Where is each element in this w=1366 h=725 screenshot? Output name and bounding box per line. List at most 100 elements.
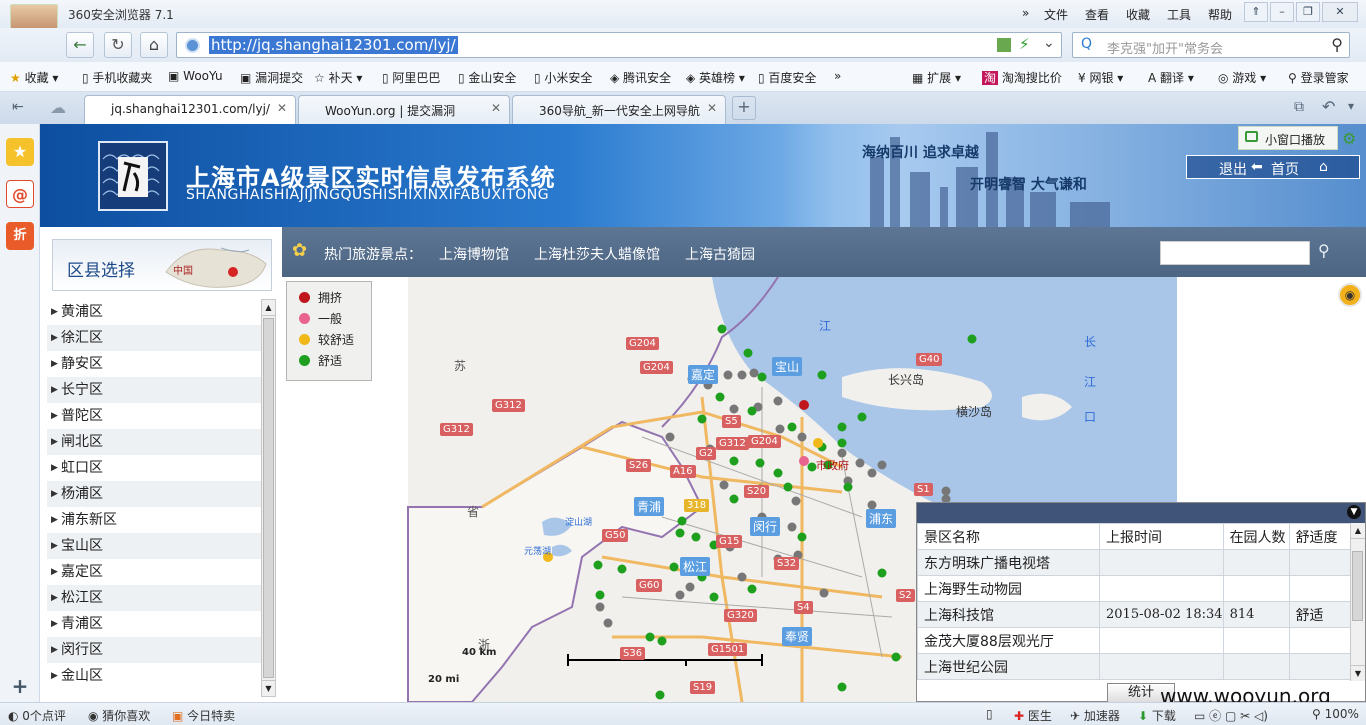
hot-spot-madame-tussauds[interactable]: 上海杜莎夫人蜡像馆 <box>534 244 660 264</box>
district-item[interactable]: ▶ 松江区 <box>47 585 261 611</box>
close-tab-icon[interactable]: ✕ <box>707 101 717 115</box>
map-marker-green[interactable] <box>691 532 701 542</box>
map-marker-gray[interactable] <box>941 486 951 496</box>
bookmark-vuln-submit[interactable]: ▣ 漏洞提交 <box>240 69 303 86</box>
map-marker-green[interactable] <box>595 590 605 600</box>
map-marker-gray[interactable] <box>797 432 807 442</box>
address-dropdown-icon[interactable]: ⌄ <box>1043 35 1055 51</box>
bookmark-butian[interactable]: ☆ 补天 ▾ <box>314 69 362 86</box>
lightning-icon[interactable]: ⚡ <box>1019 35 1030 53</box>
district-item[interactable]: ▶ 黄浦区 <box>47 299 261 325</box>
map-marker-gray[interactable] <box>775 424 785 434</box>
map-marker-green[interactable] <box>857 412 867 422</box>
zoom-status[interactable]: ⚲ 100% <box>1312 707 1359 721</box>
map-marker-green[interactable] <box>645 632 655 642</box>
reviews-status[interactable]: ◐ 0个点评 <box>8 707 66 724</box>
district-item[interactable]: ▶ 闵行区 <box>47 637 261 663</box>
bookmark-favorites[interactable]: ★ 收藏 ▾ <box>10 69 58 86</box>
collapse-icon[interactable]: ▼ <box>1347 505 1361 519</box>
menu-view[interactable]: 查看 <box>1085 6 1109 23</box>
login-manager-button[interactable]: ⚲ 登录管家 <box>1288 69 1349 86</box>
map-marker-green[interactable] <box>755 458 765 468</box>
map-marker-green[interactable] <box>837 438 847 448</box>
bookmark-mobile[interactable]: ▯ 手机收藏夹 <box>82 69 152 86</box>
scroll-thumb[interactable] <box>1352 551 1363 621</box>
logout-link[interactable]: 退出 <box>1219 159 1247 179</box>
home-link[interactable]: 首页 <box>1271 159 1299 179</box>
games-button[interactable]: ◎ 游戏 ▾ <box>1218 69 1266 86</box>
bookmark-wooyun[interactable]: ▣ WooYu <box>168 69 223 83</box>
bookmark-xiaomi[interactable]: ▯ 小米安全 <box>534 69 592 86</box>
scroll-up-icon[interactable]: ▲ <box>1351 523 1365 539</box>
bookmark-baidu[interactable]: ▯ 百度安全 <box>758 69 816 86</box>
map-marker-gray[interactable] <box>675 590 685 600</box>
map-marker-green[interactable] <box>787 422 797 432</box>
table-row[interactable]: 上海野生动物园 <box>917 575 1352 602</box>
map-marker-green[interactable] <box>617 564 627 574</box>
map-marker-green[interactable] <box>729 494 739 504</box>
price-compare-button[interactable]: 淘 淘淘搜比价 <box>982 69 1062 86</box>
map-marker-gray[interactable] <box>719 480 729 490</box>
search-icon[interactable]: ⚲ <box>1331 35 1343 54</box>
restore-button[interactable]: ❐ <box>1296 2 1320 22</box>
extensions-button[interactable]: ▦ 扩展 ▾ <box>912 69 961 86</box>
map-marker-gray[interactable] <box>877 460 887 470</box>
mobile-icon[interactable]: ▯ <box>986 707 993 721</box>
minimize-button[interactable]: – <box>1270 2 1294 22</box>
favorites-star-icon[interactable]: ★ <box>6 138 34 166</box>
map-marker-green[interactable] <box>697 414 707 424</box>
spot-search-input[interactable] <box>1160 241 1310 265</box>
map-marker-green[interactable] <box>657 636 667 646</box>
map-marker-gray[interactable] <box>723 370 733 380</box>
scroll-down-icon[interactable]: ▼ <box>1351 665 1365 681</box>
map-marker-gray[interactable] <box>665 432 675 442</box>
map-marker-green[interactable] <box>677 516 687 526</box>
district-item[interactable]: ▶ 宝山区 <box>47 533 261 559</box>
map-marker-green[interactable] <box>843 482 853 492</box>
map-marker-gray[interactable] <box>685 582 695 592</box>
district-item[interactable]: ▶ 闸北区 <box>47 429 261 455</box>
map-marker-gray[interactable] <box>867 468 877 478</box>
district-item[interactable]: ▶ 嘉定区 <box>47 559 261 585</box>
doctor-status[interactable]: ✚ 医生 <box>1014 707 1052 724</box>
scroll-up-icon[interactable]: ▲ <box>262 300 275 316</box>
search-icon[interactable]: ⚲ <box>1318 241 1330 260</box>
map-marker-green[interactable] <box>797 532 807 542</box>
map-marker-green[interactable] <box>593 560 603 570</box>
column-visitors[interactable]: 在园人数 <box>1222 523 1290 550</box>
map-marker-green[interactable] <box>743 348 753 358</box>
home-icon[interactable]: ⌂ <box>140 32 168 58</box>
bookmark-heroes[interactable]: ◈ 英雄榜 ▾ <box>686 69 745 86</box>
close-tab-icon[interactable]: ✕ <box>491 101 501 115</box>
map-marker-green[interactable] <box>747 584 757 594</box>
column-time[interactable]: 上报时间 <box>1099 523 1224 550</box>
map-marker-green[interactable] <box>837 422 847 432</box>
scroll-thumb[interactable] <box>263 318 274 678</box>
map-marker-green[interactable] <box>715 392 725 402</box>
menu-help[interactable]: 帮助 <box>1208 6 1232 23</box>
map-marker-gray[interactable] <box>819 588 829 598</box>
map-marker-green[interactable] <box>717 324 727 334</box>
address-input[interactable]: http://jq.shanghai12301.com/lyj/ <box>209 36 458 54</box>
map-marker-green[interactable] <box>709 592 719 602</box>
add-sidebar-icon[interactable]: + <box>6 672 34 700</box>
district-item[interactable]: ▶ 浦东新区 <box>47 507 261 533</box>
accelerator-status[interactable]: ✈ 加速器 <box>1070 707 1120 724</box>
map-marker-green[interactable] <box>967 334 977 344</box>
district-item[interactable]: ▶ 杨浦区 <box>47 481 261 507</box>
tab-wooyun[interactable]: WooYun.org | 提交漏洞 ✕ <box>298 95 510 124</box>
address-bar[interactable]: http://jq.shanghai12301.com/lyj/ ⚡ ⌄ <box>176 32 1062 58</box>
undo-icon[interactable]: ↶ <box>1322 97 1335 116</box>
district-item[interactable]: ▶ 普陀区 <box>47 403 261 429</box>
search-input[interactable]: 李克强"加开"常务会 <box>1107 38 1223 57</box>
map-marker-gray[interactable] <box>737 370 747 380</box>
map-marker-status[interactable] <box>813 438 823 448</box>
map-marker-gray[interactable] <box>791 496 801 506</box>
bookmark-kingsoft[interactable]: ▯ 金山安全 <box>458 69 516 86</box>
bookmark-alibaba[interactable]: ▯ 阿里巴巴 <box>382 69 440 86</box>
map-marker-gray[interactable] <box>737 572 747 582</box>
map-marker-green[interactable] <box>757 372 767 382</box>
scroll-down-icon[interactable]: ▼ <box>262 680 275 696</box>
qr-code-icon[interactable] <box>997 38 1011 52</box>
district-item[interactable]: ▶ 虹口区 <box>47 455 261 481</box>
